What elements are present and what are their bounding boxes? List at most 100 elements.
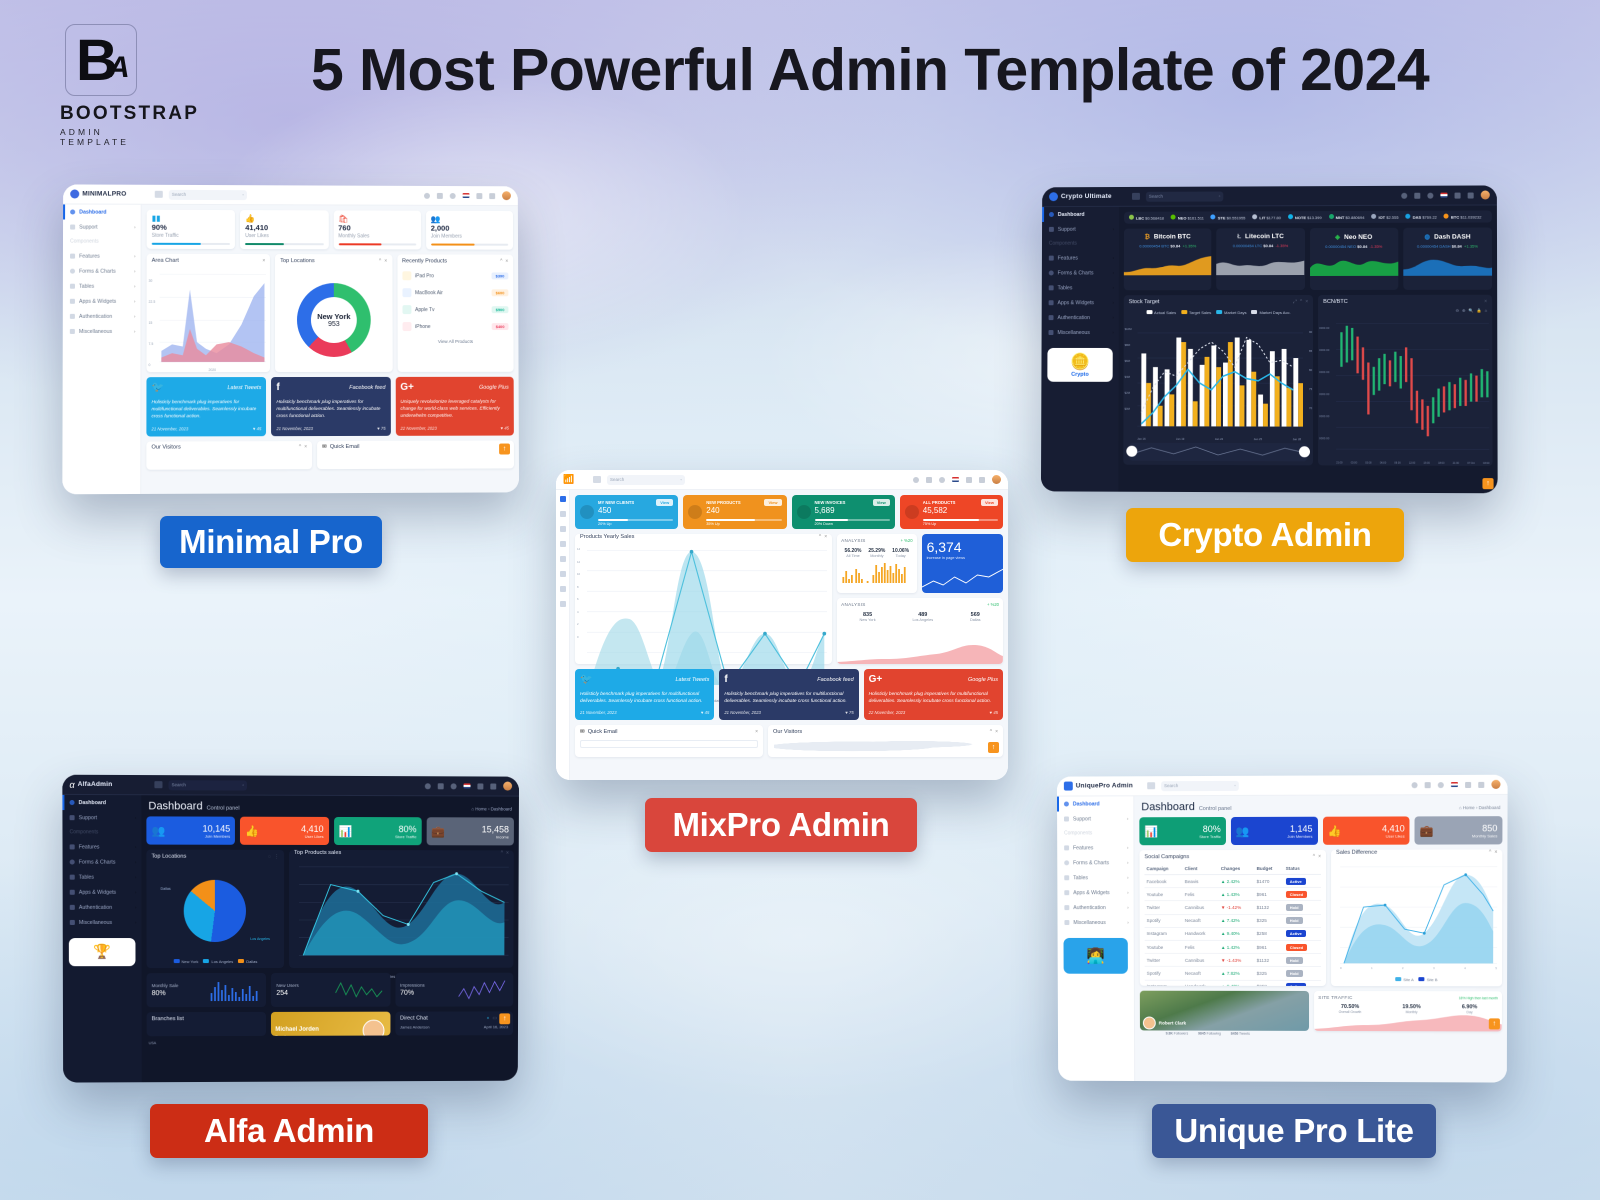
language-flag-icon[interactable] [463,783,471,789]
sun-icon[interactable] [1401,192,1408,199]
sidebar-item-authentication[interactable] [559,586,566,592]
twitter-card[interactable]: 🐦 Latest Tweets Holisticly benchmark plug… [575,669,715,721]
sidebar-item-forms-charts[interactable]: Forms & Charts › [63,854,142,869]
fullscreen-icon[interactable] [966,476,972,483]
stat-card[interactable]: 👥 10,145 Join Members [146,816,236,845]
scroll-top-button[interactable]: ↑ [499,1013,511,1025]
facebook-card[interactable]: f Facebook feed Holisticly benchmark plug… [271,376,391,436]
mini-stat-card[interactable]: Monthly Sale 80% [146,972,267,1008]
close-icon[interactable]: × [304,444,307,450]
sidebar-item-features[interactable]: Features › [62,839,141,854]
profile-photo-card[interactable]: Robert Clark [1139,990,1310,1031]
sidebar-item-tables[interactable]: Tables › [1042,280,1119,295]
search-input[interactable]: Search ◦ [168,779,247,791]
avatar[interactable] [502,191,511,201]
view-button[interactable]: View [764,498,782,506]
sidebar-item-support[interactable]: Support › [1042,222,1119,237]
table-row[interactable]: Twitter Cannibus ▼ -1.43% $1132 Hold [1144,953,1322,967]
unique-pro-lite-screenshot[interactable]: UniquePro Admin Search ◦ Dashboard Suppo… [1056,774,1508,1083]
collapse-icon[interactable]: ^ [1313,853,1315,859]
settings-icon[interactable] [979,476,985,483]
table-row[interactable]: Spotify Necaoft ▲ 7.42% $325 Hold [1144,914,1322,928]
table-row[interactable]: Youtube Felis ▲ 1.43% $961 Closed [1144,887,1322,901]
scroll-top-button[interactable]: ↑ [499,443,510,455]
sidebar-item-features[interactable]: Features › [63,249,141,264]
menu-toggle-icon[interactable] [154,190,163,198]
twitter-card[interactable]: 🐦 Latest Tweets Holisticly benchmark plug… [146,377,267,437]
dark-mode-icon[interactable] [913,476,919,483]
stat-card[interactable]: 🛍 760 Monthly Sales [333,210,421,250]
table-row[interactable]: Facebook Beavis ▲ 2.42% $1470 Active [1144,874,1322,888]
bell-icon[interactable] [1424,781,1431,788]
brand[interactable]: UniquePro Admin [1063,781,1141,791]
menu-toggle-icon[interactable] [593,476,601,483]
chat-icon[interactable] [1437,781,1444,788]
settings-icon[interactable] [489,192,496,199]
search-input[interactable]: Search ◦ [1145,191,1224,202]
collapse-icon[interactable]: ^ [1300,298,1302,304]
table-row[interactable]: Youtube Felis ▲ 1.42% $961 Closed [1144,940,1322,954]
google-plus-card[interactable]: G+ Google Plus Uniquely revolutionize lev… [395,376,514,436]
chat-icon[interactable]: ▭ [492,1015,497,1021]
facebook-card[interactable]: f Facebook feed Holisticly benchmark plug… [719,669,859,721]
close-icon[interactable]: × [995,729,998,735]
social-campaigns-card[interactable]: Social Campaigns ^ × Campaign Client Chan… [1139,849,1327,987]
view-button[interactable]: View [980,498,998,506]
fullscreen-icon[interactable] [476,192,483,199]
table-row[interactable]: InstagramHandwork▲ 9.40%$258Active [1144,927,1322,941]
settings-icon[interactable] [1467,192,1474,199]
direct-chat-card[interactable]: Direct Chat ●▭×^ James Anderson April 16… [395,1011,514,1036]
avatar[interactable] [992,475,1001,484]
area-chart-card[interactable]: Area Chart × 30 22.5 15 7.5 0 2020 [146,253,271,373]
menu-toggle-icon[interactable] [1132,192,1140,200]
refresh-icon[interactable]: ◌ [268,853,271,859]
coin-card-neo[interactable]: ◈ Neo NEO 0.00000454 NEO $0.84 -1.35% [1309,227,1399,290]
chat-icon[interactable] [449,192,456,199]
list-item[interactable]: iPad Pro $300 [402,267,509,284]
contacts-icon[interactable]: ● [486,1015,489,1021]
sidebar-item-forms-charts[interactable]: Forms & Charts › [63,264,141,279]
collapse-icon[interactable]: ^ [500,258,502,264]
bell-icon[interactable] [926,476,932,483]
sidebar-promo-card[interactable]: 🏆 [68,938,136,967]
list-item[interactable]: iPhone $400 [402,318,509,335]
email-field[interactable] [580,740,758,749]
chat-icon[interactable] [1427,192,1434,199]
scroll-top-button[interactable]: ↑ [1488,1018,1500,1030]
language-flag-icon[interactable] [462,193,470,199]
list-item[interactable]: Apple Tv $500 [402,301,509,318]
collapse-icon[interactable]: ^ [379,258,381,264]
range-slider[interactable] [1126,442,1311,462]
search-input[interactable]: Search ◦ [168,189,247,200]
menu-toggle-icon[interactable] [1147,782,1156,790]
crypto-ticker[interactable]: LBC $0.568418 NEO $161.511 STE $0.551955… [1124,210,1492,224]
stat-card[interactable]: 👍 41,410 User Likes [240,210,329,250]
analysis-card-bottom[interactable]: ANALYSIS + %20 835 New York 489 Los Angele… [837,597,1003,664]
products-yearly-sales-card[interactable]: Products Yearly Sales ^ × 14 12 10 8 6 4 2 0 [575,534,833,703]
sidebar-item-authentication[interactable]: Authentication › [63,309,141,324]
bell-icon[interactable] [436,192,443,199]
slider-handle-left[interactable] [1126,445,1138,457]
stock-target-card[interactable]: Stock Target ⤢ ^ × Actual Sales Target Sal… [1123,294,1314,466]
table-row[interactable]: Spotify Necaoft ▲ 7.82% $325 Hold [1144,966,1322,981]
brand[interactable]: MINIMALPRO [70,189,149,199]
crypto-admin-screenshot[interactable]: Crypto Ultimate Search ◦ Dashboard Suppo… [1040,185,1498,494]
sidebar-collapsed[interactable] [556,490,570,780]
bcn-btc-card[interactable]: BCN/BTC × ⊖ ⊕ 🔍 🔒 ⌂ 0000.00 0000.00 0000.00 00… [1318,294,1494,490]
sidebar-item-support[interactable]: Support › [63,219,141,234]
sidebar-item-apps-widgets[interactable] [559,571,566,577]
stat-card[interactable]: 👍 4,410 User Likes [240,816,329,845]
crypto-promo-card[interactable]: 🪙 Crypto [1047,347,1113,382]
close-icon[interactable]: × [1318,853,1321,859]
sidebar-item-authentication[interactable]: Authentication › [1057,900,1133,915]
sidebar-item-tables[interactable]: Tables › [63,870,142,885]
chat-icon[interactable] [450,782,457,789]
branches-list-card[interactable]: Branches list [146,1011,267,1037]
stat-card-all-products[interactable]: ALL PRODUCTS View 45,582 75% Up [899,495,1003,529]
sidebar-item-tables[interactable]: Tables › [63,279,141,294]
close-icon[interactable]: × [1484,298,1487,304]
stat-card[interactable]: 💼 15,458 Income [426,817,514,846]
breadcrumb-home[interactable]: Home [475,806,487,811]
dark-mode-icon[interactable] [424,192,430,199]
recent-products-card[interactable]: Recently Products ^ × iPad Pro $300 MacBo… [397,254,514,372]
